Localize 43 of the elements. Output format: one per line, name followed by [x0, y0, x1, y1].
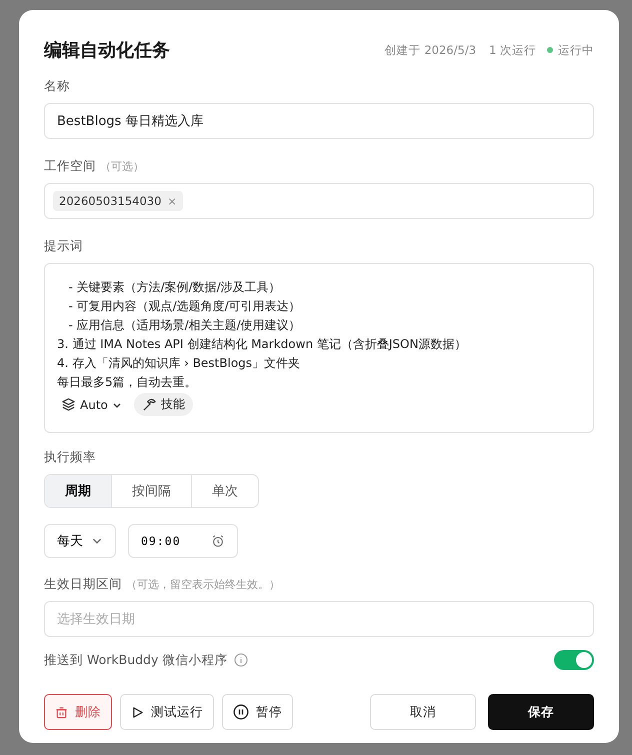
prompt-line: - 应用信息（适用场景/相关主题/使用建议）	[67, 317, 302, 334]
model-selector[interactable]: Auto	[57, 394, 126, 415]
frequency-tab[interactable]: 周期	[45, 475, 111, 507]
pause-button[interactable]: 暂停	[222, 694, 293, 730]
run-count: 1 次运行	[489, 42, 536, 58]
layers-icon	[61, 397, 76, 412]
prompt-line: 3. 通过 IMA Notes API 创建结构化 Markdown 笔记（含折叠JSON源数据）	[57, 336, 468, 353]
alarm-clock-icon	[211, 534, 225, 548]
info-icon	[234, 653, 248, 667]
optional-hint: （可选）	[100, 159, 144, 174]
field-label: 执行频率	[44, 449, 96, 466]
created-date: 创建于 2026/5/3	[384, 42, 476, 58]
prompt-line: - 可复用内容（观点/选题角度/可引用表达）	[67, 298, 302, 315]
dialog-title: 编辑自动化任务	[44, 39, 170, 62]
optional-hint: （可选，留空表示始终生效。）	[126, 577, 280, 592]
field-label: 工作空间	[44, 158, 96, 175]
delete-button[interactable]: 删除	[44, 694, 112, 730]
play-icon	[131, 706, 144, 718]
frequency-tab[interactable]: 单次	[191, 475, 258, 507]
save-button[interactable]: 保存	[488, 694, 594, 730]
date-range-input-field[interactable]: 选择生效日期	[44, 601, 594, 637]
hammer-icon	[142, 397, 157, 412]
field-label: 提示词	[44, 238, 83, 255]
push-toggle[interactable]	[554, 650, 594, 670]
skill-button[interactable]: 技能	[134, 393, 193, 416]
prompt-text-area[interactable]: - 关键要素（方法/案例/数据/涉及工具） - 可复用内容（观点/选题角度/可引用表达） - 应用信息（适用场景/相关主题/使用建议） 3. 通过 IMA Notes API 创建结构化 Markdown 笔记（含折叠JSON源数据） 4. 存入「清风的知识库 › BestBlogs」文件夹 每日最多5篇，自动去重。 Auto 技能	[44, 263, 594, 433]
field-label: 名称	[44, 78, 70, 95]
prompt-line: 4. 存入「清风的知识库 › BestBlogs」文件夹	[57, 355, 302, 372]
prompt-line: - 关键要素（方法/案例/数据/涉及工具）	[67, 279, 282, 296]
prompt-line: 每日最多5篇，自动去重。	[57, 374, 198, 391]
trash-icon	[55, 706, 68, 718]
time-input-field[interactable]: 09:00	[128, 524, 238, 558]
name-input-field[interactable]: BestBlogs 每日精选入库	[44, 103, 594, 139]
field-label: 生效日期区间	[44, 576, 122, 593]
workspace-field[interactable]: 20260503154030 ×	[44, 183, 594, 219]
status-label: 运行中	[558, 42, 594, 58]
test-run-button[interactable]: 测试运行	[120, 694, 214, 730]
cancel-button[interactable]: 取消	[370, 694, 476, 730]
pause-icon	[233, 704, 249, 720]
frequency-tab[interactable]: 按间隔	[111, 475, 191, 507]
push-label: 推送到 WorkBuddy 微信小程序	[44, 652, 228, 668]
period-dropdown[interactable]: 每天	[44, 524, 116, 558]
workspace-tag: 20260503154030 ×	[53, 191, 183, 211]
